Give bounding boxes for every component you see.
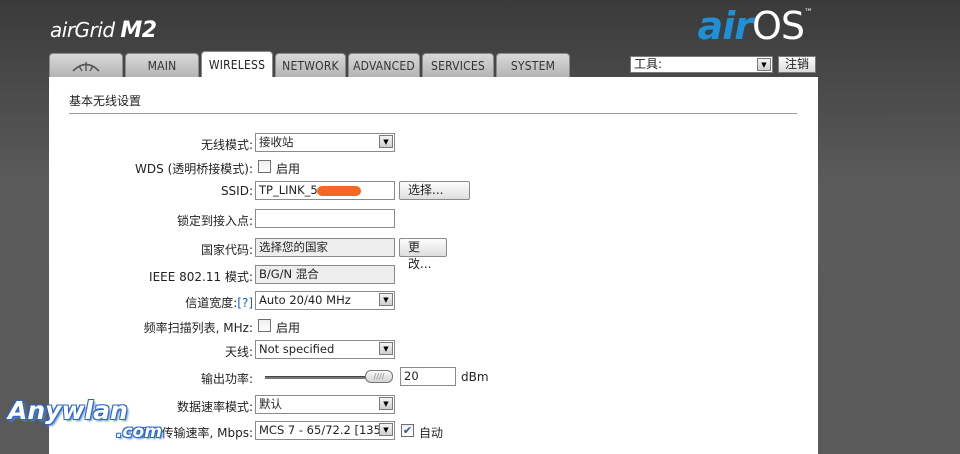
output-power-unit: dBm (461, 370, 489, 384)
row-max-rate: 最大传输速率, Mbps: MCS 7 - 65/72.2 [135/ ▼ ✔ … (49, 421, 818, 441)
row-data-rate-mode: 数据速率模式: 默认 ▼ (49, 395, 818, 415)
row-channel-width: 信道宽度:[?] Auto 20/40 MHz ▼ (49, 291, 818, 311)
max-rate-auto-checkbox[interactable]: ✔ (401, 424, 414, 437)
ieee-mode-label: IEEE 802.11 模式: (149, 270, 253, 284)
channel-width-label: 信道宽度:[?] (185, 294, 253, 311)
tab-ubnt-logo[interactable] (49, 53, 123, 77)
logo-suffix: OS (751, 4, 805, 48)
section-title: 基本无线设置 (69, 92, 797, 114)
tab-network[interactable]: NETWORK (275, 53, 346, 77)
ssid-value: TP_LINK_5 (259, 183, 318, 197)
logout-button[interactable]: 注销 (778, 56, 817, 73)
antenna-label: 天线: (224, 345, 253, 359)
row-ieee-mode: IEEE 802.11 模式: B/G/N 混合 (49, 265, 818, 285)
tools-select[interactable]: 工具: ▼ (630, 56, 773, 73)
wireless-mode-value: 接收站 (259, 135, 294, 149)
brand-prefix: air (50, 18, 75, 42)
row-output-power: 输出功率: //// 20 dBm (49, 367, 818, 387)
watermark-suffix: .com (116, 422, 162, 442)
country-change-button[interactable]: 更改... (399, 238, 447, 271)
country-label: 国家代码: (200, 243, 253, 257)
freq-scan-label: 频率扫描列表, MHz: (143, 321, 253, 335)
data-rate-mode-label: 数据速率模式: (176, 400, 253, 414)
ubnt-logo-icon (72, 62, 100, 72)
data-rate-mode-select[interactable]: 默认 ▼ (255, 395, 395, 414)
ieee-mode-field: B/G/N 混合 (255, 265, 395, 284)
row-wireless-mode: 无线模式: 接收站 ▼ (49, 133, 818, 153)
lock-ap-input[interactable] (255, 209, 395, 228)
row-antenna: 天线: Not specified ▼ (49, 340, 818, 360)
chevron-down-icon[interactable]: ▼ (379, 342, 393, 355)
row-lock-ap: 锁定到接入点: (49, 209, 818, 229)
wds-checkbox-label: 启用 (276, 162, 301, 176)
logo-tm: ™ (804, 8, 813, 18)
output-power-slider-handle[interactable]: //// (365, 370, 393, 383)
brand-model: M2 (120, 18, 157, 43)
wireless-mode-select[interactable]: 接收站 ▼ (255, 133, 395, 152)
watermark-text: Anywlan (8, 396, 128, 425)
tab-system[interactable]: SYSTEM (496, 53, 570, 77)
tab-main[interactable]: MAIN (125, 53, 199, 77)
channel-width-help-link[interactable]: [?] (237, 296, 253, 310)
content-panel: 基本无线设置 无线模式: 接收站 ▼ WDS (透明桥接模式): 启用 SSID… (49, 77, 818, 454)
lock-ap-label: 锁定到接入点: (176, 214, 253, 228)
wds-label: WDS (透明桥接模式): (135, 162, 253, 176)
chevron-down-icon[interactable]: ▼ (379, 423, 393, 436)
channel-width-label-text: 信道宽度: (185, 296, 238, 310)
data-rate-mode-value: 默认 (259, 397, 282, 411)
tab-advanced[interactable]: ADVANCED (348, 53, 420, 77)
max-rate-value: MCS 7 - 65/72.2 [135/ (259, 423, 385, 437)
wireless-mode-label: 无线模式: (200, 138, 253, 152)
chevron-down-icon[interactable]: ▼ (379, 397, 393, 410)
tools-bar: 工具: ▼ 注销 (630, 56, 817, 73)
row-ssid: SSID: TP_LINK_5 选择... (49, 181, 818, 201)
tools-select-value: 工具: (634, 57, 663, 71)
chevron-down-icon[interactable]: ▼ (757, 58, 771, 71)
channel-width-select[interactable]: Auto 20/40 MHz ▼ (255, 291, 395, 310)
brand-name: Grid (74, 18, 115, 42)
brand-logo: airGrid M2 (50, 18, 157, 43)
antenna-value: Not specified (259, 342, 335, 356)
channel-width-value: Auto 20/40 MHz (259, 293, 351, 307)
antenna-select[interactable]: Not specified ▼ (255, 340, 395, 359)
ssid-label: SSID: (220, 184, 253, 198)
row-wds: WDS (透明桥接模式): 启用 (49, 157, 818, 177)
wds-checkbox[interactable] (258, 160, 271, 173)
max-rate-auto-label: 自动 (419, 426, 444, 440)
tab-wireless[interactable]: WIRELESS (201, 51, 273, 77)
output-power-label: 输出功率: (200, 372, 253, 386)
chevron-down-icon[interactable]: ▼ (379, 293, 393, 306)
freq-scan-checkbox[interactable] (258, 319, 271, 332)
airos-logo: airOS™ (697, 4, 813, 48)
watermark: Anywlan .com (8, 396, 162, 442)
redaction-mark (317, 186, 361, 196)
row-freq-scan: 频率扫描列表, MHz: 启用 (49, 316, 818, 336)
output-power-input[interactable]: 20 (400, 367, 456, 386)
main-tabs: MAIN WIRELESS NETWORK ADVANCED SERVICES … (49, 51, 570, 77)
row-country: 国家代码: 选择您的国家 更改... (49, 238, 818, 271)
ssid-select-button[interactable]: 选择... (399, 181, 470, 200)
logo-prefix: air (697, 4, 753, 48)
ssid-input[interactable]: TP_LINK_5 (255, 181, 395, 200)
freq-scan-checkbox-label: 启用 (276, 321, 301, 335)
tab-services[interactable]: SERVICES (422, 53, 494, 77)
chevron-down-icon[interactable]: ▼ (379, 135, 393, 148)
max-rate-select[interactable]: MCS 7 - 65/72.2 [135/ ▼ (255, 421, 395, 440)
country-field: 选择您的国家 (255, 238, 395, 257)
